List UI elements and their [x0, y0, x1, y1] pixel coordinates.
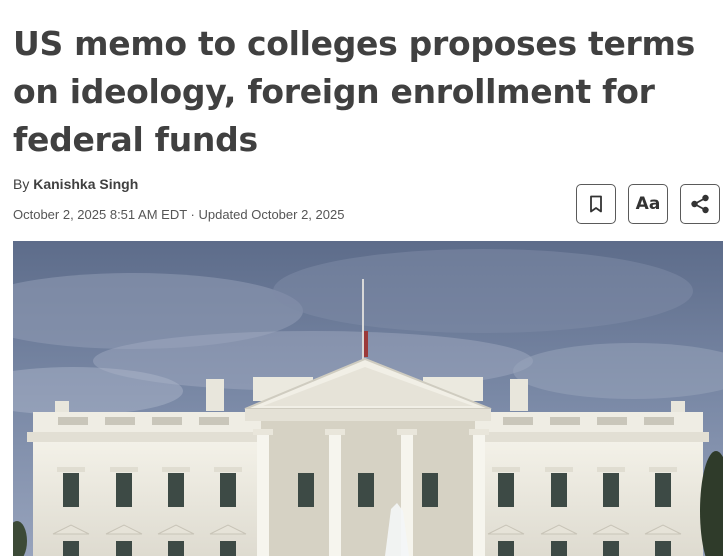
byline: By Kanishka Singh [13, 176, 138, 192]
share-button[interactable] [680, 184, 720, 224]
text-size-label: Aa [635, 194, 661, 214]
bookmark-icon [590, 195, 602, 213]
author-link[interactable]: Kanishka Singh [33, 176, 138, 192]
article-toolbar: Aa [576, 184, 720, 224]
share-icon [691, 194, 709, 214]
headline: US memo to colleges proposes terms on id… [13, 24, 695, 159]
article-photo [13, 241, 723, 556]
bookmark-button[interactable] [576, 184, 616, 224]
white-house-image [13, 241, 723, 556]
byline-prefix: By [13, 176, 30, 192]
text-size-button[interactable]: Aa [628, 184, 668, 224]
dateline: October 2, 2025 8:51 AM EDT · Updated Oc… [13, 207, 345, 222]
